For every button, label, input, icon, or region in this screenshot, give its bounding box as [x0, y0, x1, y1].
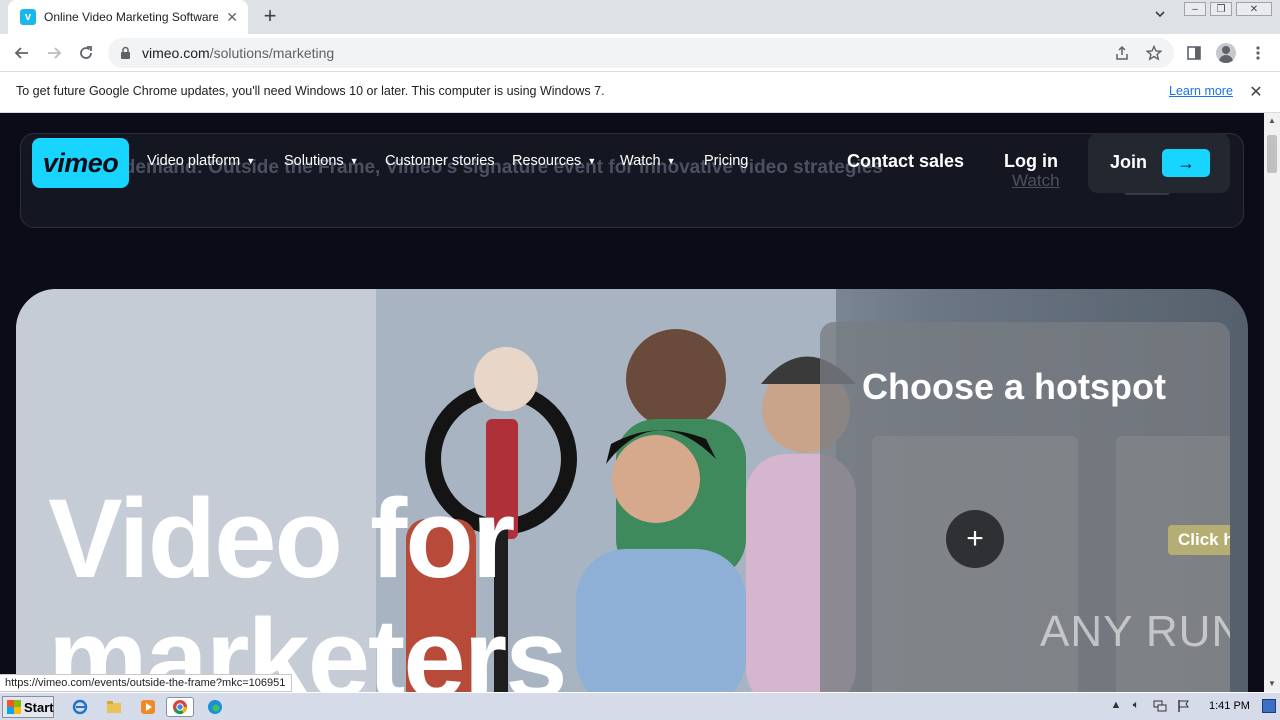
- tab-search-chevron-icon[interactable]: [1150, 8, 1170, 28]
- tray-expand-icon[interactable]: ▲: [1108, 699, 1124, 715]
- share-icon[interactable]: [1112, 43, 1132, 63]
- browser-tab[interactable]: v Online Video Marketing Software and ✕: [8, 0, 248, 34]
- bookmark-star-icon[interactable]: [1144, 43, 1164, 63]
- action-center-flag-icon[interactable]: [1176, 699, 1192, 715]
- log-in-link[interactable]: Log in: [1004, 151, 1058, 172]
- nav-video-platform[interactable]: Video platform ▼: [147, 153, 255, 169]
- contact-sales-link[interactable]: Contact sales: [847, 151, 964, 172]
- join-label: Join: [1110, 152, 1148, 172]
- vimeo-logo[interactable]: vimeo: [32, 138, 129, 188]
- media-player-icon[interactable]: [138, 697, 158, 717]
- join-button[interactable]: Join →: [1088, 133, 1230, 193]
- chevron-down-icon: ▼: [587, 156, 597, 166]
- lock-icon[interactable]: [120, 46, 131, 60]
- site-nav: vimeo Video platform ▼ Solutions ▼ Custome…: [20, 133, 1244, 195]
- page-scrollbar[interactable]: ▲ ▼: [1264, 113, 1280, 692]
- network-icon[interactable]: [1152, 699, 1168, 715]
- nav-solutions[interactable]: Solutions ▼: [284, 153, 359, 169]
- chrome-taskbar-icon[interactable]: [166, 697, 194, 717]
- scroll-down-icon[interactable]: ▼: [1264, 676, 1280, 692]
- tab-close-icon[interactable]: ✕: [224, 9, 240, 25]
- hotspot-plus-button[interactable]: +: [946, 510, 1004, 568]
- browser-toolbar: vimeo.com/solutions/marketing: [0, 34, 1280, 72]
- chrome-menu-icon[interactable]: [1246, 41, 1270, 65]
- arrow-right-icon: →: [1162, 149, 1210, 177]
- minimize-button[interactable]: –: [1184, 2, 1206, 16]
- nav-pricing[interactable]: Pricing: [704, 153, 748, 169]
- infobar-close-icon[interactable]: ✕: [1246, 82, 1266, 102]
- edge-icon[interactable]: [205, 697, 225, 717]
- update-infobar: To get future Google Chrome updates, you…: [0, 72, 1280, 113]
- page-viewport: able on demand: Outside the Frame, Vimeo…: [0, 113, 1264, 692]
- start-button[interactable]: Start: [2, 696, 54, 718]
- new-tab-button[interactable]: +: [258, 5, 282, 29]
- hotspot-panel: Choose a hotspot + Click h ANY RUN: [820, 322, 1230, 692]
- scroll-up-icon[interactable]: ▲: [1264, 113, 1280, 129]
- volume-icon[interactable]: 🔈︎: [1128, 699, 1144, 715]
- windows-taskbar: Start ▲ 🔈︎ 1:41 PM: [0, 692, 1280, 720]
- nav-resources[interactable]: Resources ▼: [512, 153, 596, 169]
- nav-watch[interactable]: Watch ▼: [620, 153, 675, 169]
- window-close-button[interactable]: ✕: [1236, 2, 1272, 16]
- forward-button[interactable]: [42, 41, 66, 65]
- profile-avatar-icon[interactable]: [1214, 41, 1238, 65]
- vimeo-favicon-icon: v: [20, 9, 36, 25]
- show-desktop-button[interactable]: [1262, 699, 1276, 713]
- back-button[interactable]: [10, 41, 34, 65]
- chevron-down-icon: ▼: [349, 156, 359, 166]
- learn-more-link[interactable]: Learn more: [1169, 84, 1233, 98]
- url-text[interactable]: vimeo.com/solutions/marketing: [142, 45, 334, 61]
- reload-button[interactable]: [74, 41, 98, 65]
- file-explorer-icon[interactable]: [104, 697, 124, 717]
- side-panel-icon[interactable]: [1182, 41, 1206, 65]
- chevron-down-icon: ▼: [246, 156, 256, 166]
- taskbar-clock[interactable]: 1:41 PM: [1209, 700, 1250, 712]
- link-status-bubble: https://vimeo.com/events/outside-the-fra…: [0, 674, 293, 692]
- tab-strip: v Online Video Marketing Software and ✕ …: [0, 0, 1280, 34]
- tab-title: Online Video Marketing Software and: [44, 10, 219, 24]
- internet-explorer-icon[interactable]: [70, 697, 90, 717]
- scroll-thumb[interactable]: [1267, 135, 1277, 173]
- hotspot-click-label[interactable]: Click h: [1168, 525, 1230, 555]
- address-bar[interactable]: vimeo.com/solutions/marketing: [108, 38, 1174, 68]
- infobar-message: To get future Google Chrome updates, you…: [16, 84, 605, 98]
- hero-title: Video for marketers: [48, 476, 567, 693]
- anyrun-watermark: ANY RUN: [1040, 607, 1230, 656]
- hotspot-title: Choose a hotspot: [862, 366, 1166, 407]
- restore-button[interactable]: ❐: [1210, 2, 1232, 16]
- windows-logo-icon: [7, 700, 21, 714]
- hero-section: Video for marketers Choose a hotspot + C…: [16, 289, 1248, 692]
- nav-customer-stories[interactable]: Customer stories: [385, 153, 495, 169]
- chevron-down-icon: ▼: [666, 156, 676, 166]
